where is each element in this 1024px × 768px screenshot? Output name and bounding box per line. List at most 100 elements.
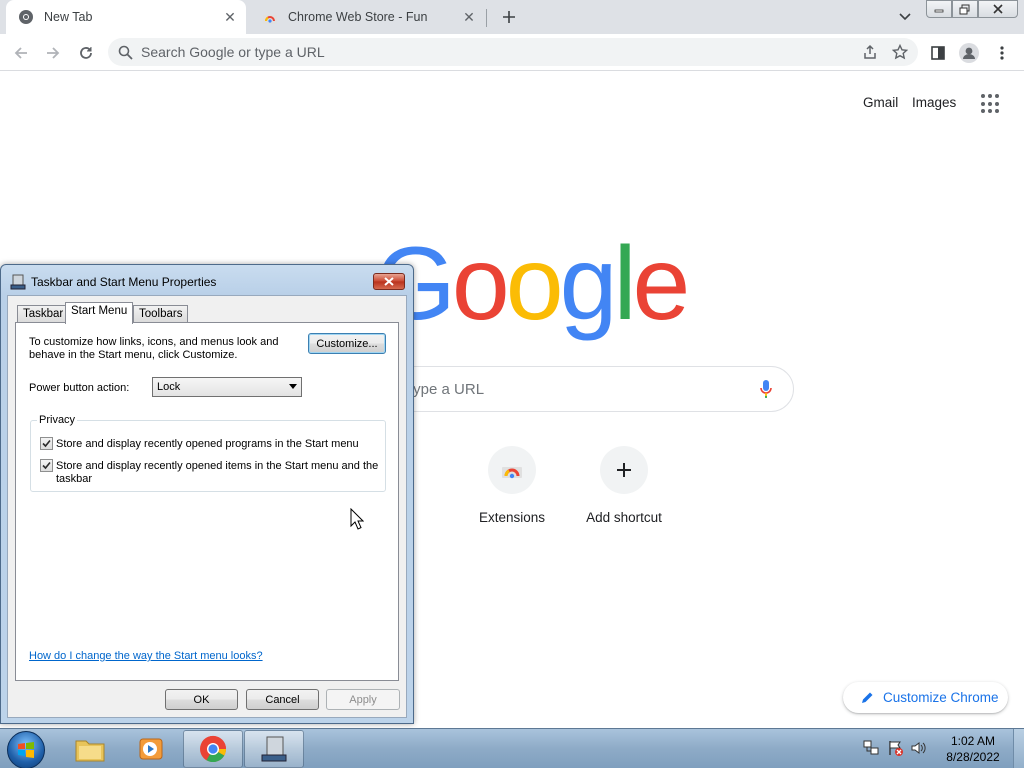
taskbar-explorer[interactable] (60, 730, 120, 768)
search-icon (118, 45, 133, 60)
privacy-title: Privacy (37, 414, 78, 426)
gmail-link[interactable]: Gmail (863, 95, 898, 110)
address-bar-actions (862, 44, 908, 60)
new-tab-button[interactable] (498, 6, 520, 28)
tab-toolbars[interactable]: Toolbars (133, 305, 189, 323)
tab-strip: New Tab ✕ Chrome Web Store - Fun ✕ (0, 0, 1024, 34)
tab-separator (486, 9, 487, 27)
network-icon[interactable] (862, 739, 880, 757)
back-button[interactable] (8, 40, 34, 66)
customize-chrome-label: Customize Chrome (883, 690, 999, 705)
dropdown-arrow-icon (289, 384, 297, 389)
logo-letter: l (613, 226, 636, 342)
action-center-flag-icon[interactable] (886, 739, 904, 757)
windows-taskbar: 1:02 AM 8/28/2022 (0, 728, 1024, 768)
taskbar-properties[interactable] (244, 730, 304, 768)
customize-chrome-button[interactable]: Customize Chrome (843, 682, 1008, 713)
tab-taskbar[interactable]: Taskbar (17, 305, 70, 323)
shortcut-add[interactable]: Add shortcut (576, 446, 672, 525)
start-menu-panel: To customize how links, icons, and menus… (15, 322, 399, 681)
bookmark-star-icon[interactable] (892, 44, 908, 60)
chrome-icon (200, 735, 227, 763)
back-arrow-icon (14, 47, 27, 59)
tab-title: Chrome Web Store - Fun (288, 10, 428, 24)
minimize-button[interactable] (926, 0, 952, 18)
minimize-icon (934, 9, 944, 13)
share-icon[interactable] (862, 44, 878, 60)
ok-button[interactable]: OK (165, 689, 238, 710)
taskbar-properties-icon (10, 274, 26, 295)
recent-programs-checkbox[interactable] (40, 437, 53, 450)
checkmark-icon (42, 461, 51, 470)
chrome-icon (18, 9, 34, 25)
taskbar-chrome[interactable] (183, 730, 243, 768)
reload-button[interactable] (73, 40, 99, 66)
power-button-value: Lock (157, 381, 181, 393)
ntp-search-box[interactable]: type a URL (380, 366, 794, 412)
forward-button[interactable] (40, 40, 66, 66)
checkmark-icon (42, 439, 51, 448)
tab-chrome-web-store[interactable]: Chrome Web Store - Fun ✕ (250, 0, 485, 34)
clock-date: 8/28/2022 (946, 750, 1000, 764)
google-apps-icon[interactable] (981, 94, 1001, 114)
customize-button[interactable]: Customize... (308, 333, 386, 354)
volume-icon[interactable] (910, 739, 928, 757)
window-caption-buttons (926, 0, 1018, 18)
plus-icon (503, 11, 515, 23)
chevron-down-icon (899, 13, 911, 21)
chrome-menu-button[interactable] (989, 40, 1015, 66)
close-icon (993, 4, 1003, 14)
microphone-icon[interactable] (759, 379, 773, 404)
address-bar-placeholder: Search Google or type a URL (141, 44, 325, 60)
shortcut-label: Add shortcut (586, 510, 662, 525)
tab-title: New Tab (44, 10, 93, 24)
profile-button[interactable] (956, 40, 982, 66)
chrome-web-store-icon (502, 467, 522, 479)
mouse-cursor-icon (350, 508, 364, 530)
kebab-menu-icon (1000, 46, 1004, 60)
close-tab-icon[interactable]: ✕ (459, 7, 479, 27)
tab-start-menu[interactable]: Start Menu (65, 302, 134, 324)
images-link[interactable]: Images (912, 95, 956, 110)
start-button[interactable] (7, 731, 45, 768)
clock-time: 1:02 AM (950, 734, 996, 748)
shortcut-icon-circle (488, 446, 536, 494)
privacy-groupbox: Privacy Store and display recently opene… (30, 414, 386, 492)
close-tab-icon[interactable]: ✕ (220, 7, 240, 27)
media-player-icon (139, 738, 163, 760)
dialog-title: Taskbar and Start Menu Properties (31, 275, 217, 289)
dialog-body: Taskbar Start Menu Toolbars To customize… (7, 295, 407, 718)
power-button-select[interactable]: Lock (152, 377, 302, 397)
plus-icon (617, 463, 631, 477)
start-menu-help-link[interactable]: How do I change the way the Start menu l… (29, 650, 263, 662)
address-bar[interactable]: Search Google or type a URL (108, 38, 918, 66)
profile-avatar-icon (959, 43, 979, 63)
side-panel-button[interactable] (925, 40, 951, 66)
logo-letter: e (632, 226, 691, 342)
show-desktop-button[interactable] (1013, 729, 1024, 768)
restore-icon (959, 4, 970, 14)
apply-button[interactable]: Apply (326, 689, 400, 710)
system-tray (862, 739, 928, 757)
taskbar-properties-dialog: Taskbar and Start Menu Properties Taskba… (0, 264, 414, 724)
logo-letter: g (559, 226, 618, 342)
taskbar-clock[interactable]: 1:02 AM 8/28/2022 (940, 733, 1006, 765)
shortcut-label: Extensions (478, 510, 546, 525)
taskbar-properties-icon (261, 736, 287, 762)
windows-explorer-icon (75, 740, 105, 762)
recent-programs-label: Store and display recently opened progra… (56, 438, 359, 450)
window-close-button[interactable] (978, 0, 1018, 18)
dialog-close-button[interactable] (373, 273, 405, 290)
recent-items-checkbox[interactable] (40, 459, 53, 472)
restore-button[interactable] (952, 0, 978, 18)
tab-new-tab[interactable]: New Tab ✕ (6, 0, 246, 34)
recent-items-label: Store and display recently opened items … (56, 460, 379, 485)
taskbar-media-player[interactable] (121, 730, 181, 768)
tab-search-button[interactable] (894, 8, 916, 26)
chrome-web-store-icon (262, 9, 278, 25)
shortcut-extensions[interactable]: Extensions (464, 446, 560, 525)
pencil-icon (860, 691, 874, 705)
cancel-button[interactable]: Cancel (246, 689, 319, 710)
logo-letter: o (505, 226, 564, 342)
close-icon (384, 277, 394, 286)
